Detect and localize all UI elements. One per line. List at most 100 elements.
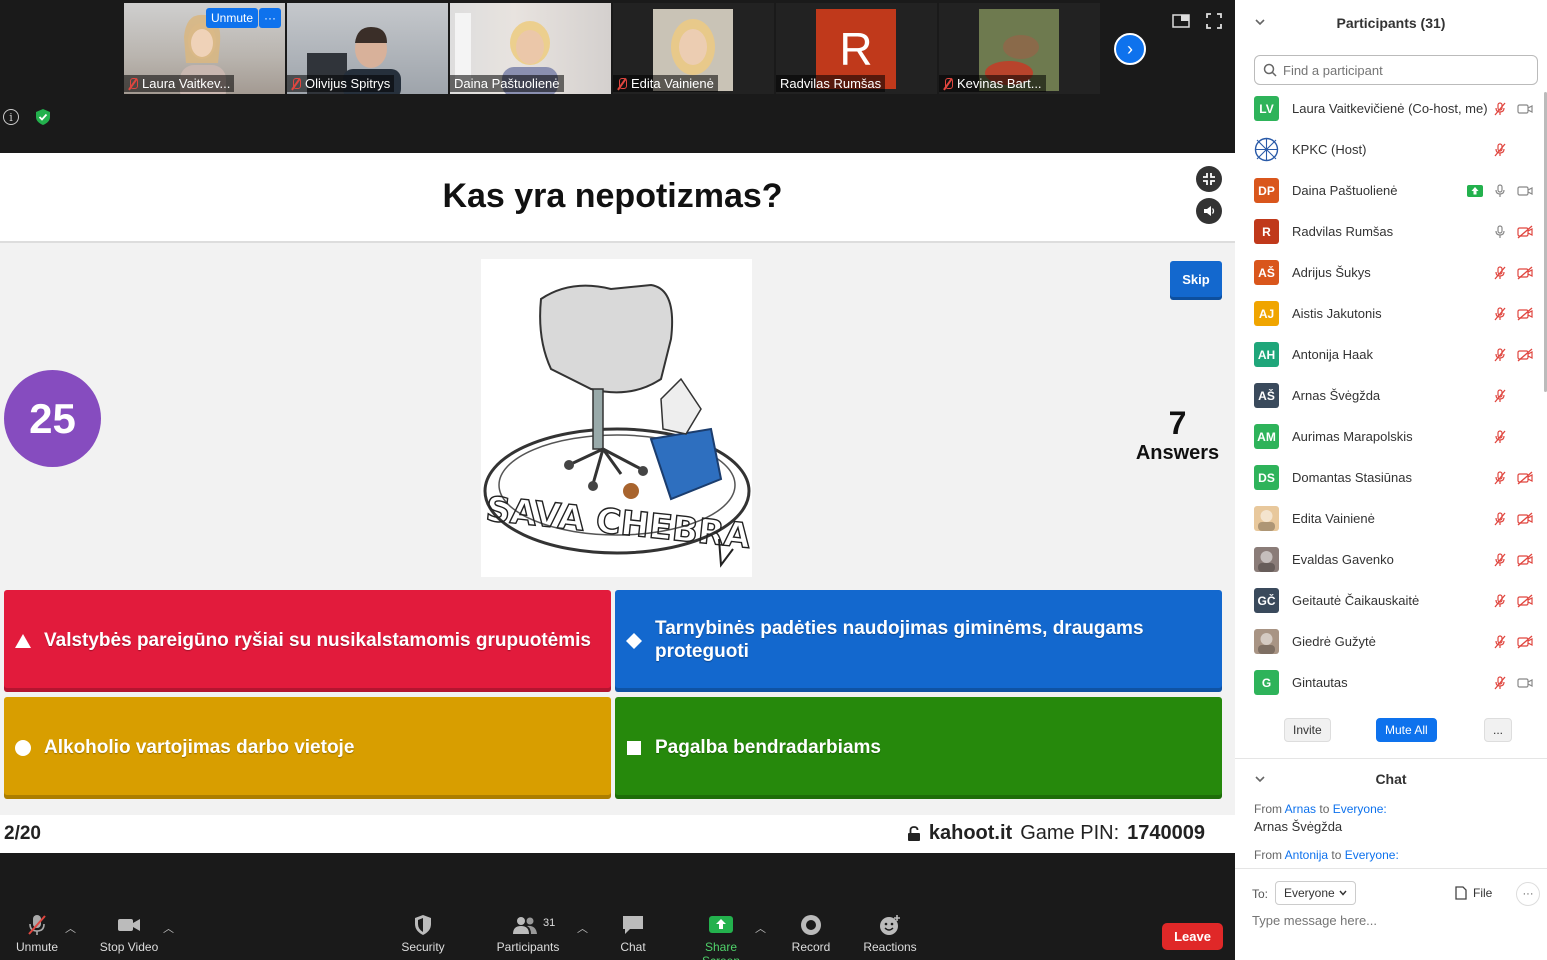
participant-status — [1493, 388, 1533, 403]
participant-row[interactable]: G Gintautas — [1235, 662, 1547, 703]
participant-status — [1493, 470, 1533, 485]
participant-row[interactable]: LV Laura Vaitkevičienė (Co-host, me) — [1235, 88, 1547, 129]
skip-button[interactable]: Skip — [1170, 261, 1222, 297]
mute-all-button[interactable]: Mute All — [1376, 718, 1437, 742]
share-screen-button[interactable]: Share Screen — [686, 914, 756, 960]
mic-muted-icon — [1494, 429, 1506, 443]
more-options-button[interactable]: ... — [1484, 718, 1513, 742]
search-input[interactable] — [1283, 62, 1523, 78]
invite-button[interactable]: Invite — [1284, 718, 1331, 742]
participant-status — [1493, 142, 1533, 157]
unmute-toolbar-button[interactable]: Unmute — [14, 914, 60, 954]
participant-name: KPKC (Host) — [1292, 142, 1367, 157]
chat-more-button[interactable]: ··· — [1516, 882, 1540, 906]
file-button[interactable]: File — [1455, 886, 1492, 900]
sound-icon[interactable] — [1196, 198, 1222, 224]
stop-video-button[interactable]: Stop Video — [98, 914, 160, 954]
answer-blue[interactable]: Tarnybinės padėties naudojimas giminėms,… — [615, 590, 1222, 692]
participant-row[interactable]: KPKC (Host) — [1235, 129, 1547, 170]
more-options-button[interactable]: ··· — [259, 8, 281, 28]
avatar: AH — [1254, 342, 1279, 367]
video-thumb-laura[interactable]: Unmute ··· Laura Vaitkev... — [124, 3, 285, 94]
participant-row[interactable]: AŠ Adrijus Šukys — [1235, 252, 1547, 293]
answer-green[interactable]: Pagalba bendradarbiams — [615, 697, 1222, 799]
chevron-up-icon[interactable]: ︿ — [755, 920, 766, 936]
participant-name: Daina Paštuolienė — [1292, 183, 1398, 198]
encryption-shield-icon[interactable] — [34, 108, 52, 126]
mic-muted-icon — [128, 77, 138, 90]
participant-row[interactable]: GČ Geitautė Čaikauskaitė — [1235, 580, 1547, 621]
participant-row[interactable]: Giedrė Gužytė — [1235, 621, 1547, 662]
participant-search[interactable] — [1254, 55, 1538, 85]
info-icon[interactable]: i — [3, 109, 19, 125]
participant-list: LV Laura Vaitkevičienė (Co-host, me) KPKC … — [1235, 88, 1547, 703]
chevron-up-icon[interactable]: ︿ — [577, 920, 588, 936]
video-off-icon — [1517, 594, 1533, 607]
chevron-up-icon[interactable]: ︿ — [163, 920, 174, 936]
chevron-up-icon[interactable]: ︿ — [65, 920, 76, 936]
share-screen-icon — [709, 916, 733, 933]
leave-button[interactable]: Leave — [1162, 923, 1223, 950]
participant-row[interactable]: AJ Aistis Jakutonis — [1235, 293, 1547, 334]
mic-muted-icon — [1494, 593, 1506, 607]
sender-link[interactable]: Antonija — [1285, 848, 1328, 862]
chat-message: From Antonija to Everyone: — [1254, 848, 1534, 862]
pin-value: 1740009 — [1127, 822, 1205, 844]
lock-open-icon — [907, 825, 920, 841]
record-button[interactable]: Record — [791, 914, 831, 954]
avatar — [1254, 506, 1279, 531]
unmute-button[interactable]: Unmute — [206, 8, 259, 28]
collapse-icon — [1203, 173, 1215, 185]
participant-row[interactable]: AM Aurimas Marapolskis — [1235, 416, 1547, 457]
question-counter: 2/20 — [4, 823, 41, 844]
chat-button[interactable]: Chat — [620, 914, 646, 954]
avatar — [1254, 629, 1279, 654]
answer-yellow[interactable]: Alkoholio vartojimas darbo vietoje — [4, 697, 611, 799]
video-thumb-olivijus[interactable]: Olivijus Spitrys — [287, 3, 448, 94]
video-camera-icon — [1517, 103, 1533, 114]
video-off-icon — [1517, 512, 1533, 525]
participant-row[interactable]: AŠ Arnas Švėgžda — [1235, 375, 1547, 416]
kahoot-site: kahoot.it — [928, 822, 1013, 844]
participant-row[interactable]: Edita Vainienė — [1235, 498, 1547, 539]
recipient-link[interactable]: Everyone: — [1333, 802, 1387, 816]
fullscreen-icon[interactable] — [1206, 13, 1222, 29]
avatar — [1254, 137, 1279, 162]
thumb-name: Laura Vaitkev... — [124, 75, 235, 92]
participant-name: Adrijus Šukys — [1292, 265, 1371, 280]
reactions-button[interactable]: Reactions — [863, 914, 917, 954]
recipient-link[interactable]: Everyone: — [1345, 848, 1399, 862]
video-thumb-daina[interactable]: Daina Paštuolienė — [450, 3, 611, 94]
chat-compose: To: Everyone File ··· — [1235, 868, 1547, 960]
participant-row[interactable]: DS Domantas Stasiūnas — [1235, 457, 1547, 498]
circle-icon — [15, 740, 31, 756]
chat-input[interactable] — [1252, 913, 1532, 928]
video-thumb-edita[interactable]: Edita Vainienė — [613, 3, 774, 94]
answer-red[interactable]: Valstybės pareigūno ryšiai su nusikalsta… — [4, 590, 611, 692]
thumb-name: Daina Paštuolienė — [450, 75, 564, 92]
avatar: AM — [1254, 424, 1279, 449]
view-mode-icon[interactable] — [1172, 14, 1190, 28]
participant-name: Giedrė Gužytė — [1292, 634, 1376, 649]
recipient-select[interactable]: Everyone — [1275, 881, 1356, 905]
video-thumb-radvilas[interactable]: R Radvilas Rumšas — [776, 3, 937, 94]
participant-name: Laura Vaitkevičienė (Co-host, me) — [1292, 101, 1488, 116]
participant-name: Gintautas — [1292, 675, 1348, 690]
security-button[interactable]: Security — [400, 914, 446, 954]
chevron-down-icon[interactable] — [1255, 774, 1265, 784]
participant-row[interactable]: R Radvilas Rumšas — [1235, 211, 1547, 252]
cartoon-illustration: SAVA CHEBRA — [483, 283, 754, 568]
sender-link[interactable]: Arnas — [1285, 802, 1316, 816]
participant-row[interactable]: DP Daina Paštuolienė — [1235, 170, 1547, 211]
mic-muted-icon — [1494, 265, 1506, 279]
mic-muted-icon — [1494, 634, 1506, 648]
next-page-button[interactable]: › — [1114, 33, 1146, 65]
video-camera-icon — [1517, 677, 1533, 688]
fullscreen-toggle-icon[interactable] — [1196, 166, 1222, 192]
video-thumb-kevinas[interactable]: Kevinas Bart... — [939, 3, 1100, 94]
avatar: AŠ — [1254, 260, 1279, 285]
participant-row[interactable]: AH Antonija Haak — [1235, 334, 1547, 375]
participant-row[interactable]: Evaldas Gavenko — [1235, 539, 1547, 580]
chat-bubble-icon — [623, 916, 643, 934]
game-pin: kahoot.it Game PIN: 1740009 — [907, 822, 1205, 845]
